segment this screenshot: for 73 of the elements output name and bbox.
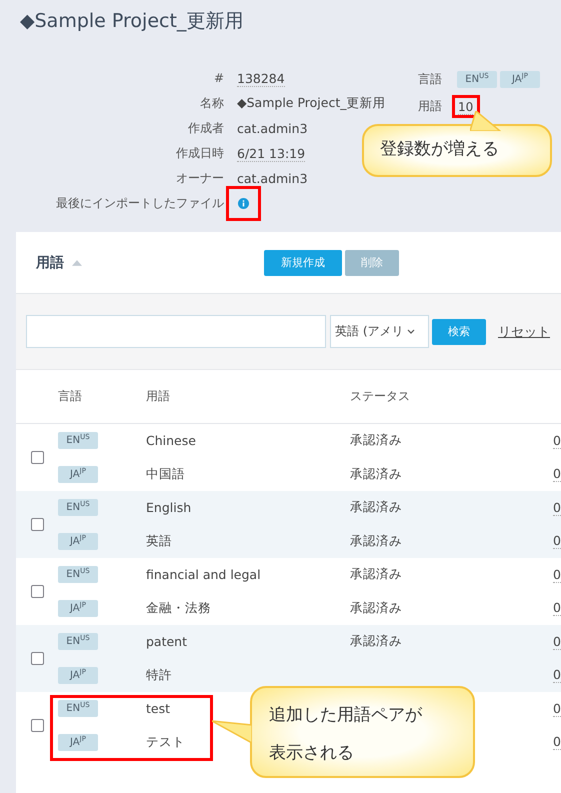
table-cell: English [146, 500, 192, 515]
field-label: 作成日時 [175, 145, 224, 162]
column-header: ステータス [350, 388, 411, 405]
chevron-down-icon[interactable] [406, 329, 414, 334]
language-badge: EN$^{US}$ [457, 71, 497, 88]
field-value: 138284 [237, 70, 285, 86]
table-cell: 0 [553, 634, 561, 650]
table-cell: 特許 [146, 666, 172, 684]
table-cell: 承認済み [350, 432, 402, 449]
field-value: cat.admin3 [237, 171, 308, 186]
language-badge: JA$^{JP}$ [58, 532, 98, 550]
table-cell: 0 [553, 500, 561, 516]
field-label: 最後にインポートしたファイル [55, 195, 224, 212]
language-badge: JA$^{JP}$ [58, 600, 98, 616]
language-badge: JA$^{JP}$ [500, 71, 540, 88]
language-badge: JA$^{JP}$ [58, 734, 98, 750]
language-badge: EN$^{US}$ [58, 700, 98, 717]
table-cell: 承認済み [350, 499, 402, 516]
table-cell: 承認済み [350, 600, 402, 616]
row-checkbox[interactable] [30, 518, 44, 531]
table-cell: 承認済み [350, 633, 402, 650]
table-cell: 0 [553, 432, 561, 448]
table-cell: 中国語 [146, 466, 185, 482]
column-header: 用語 [146, 388, 171, 405]
table-cell: 承認済み [350, 566, 402, 583]
search-field[interactable] [26, 315, 326, 348]
field-value: cat.admin3 [237, 121, 308, 136]
field-value: 6/21 13:19 [237, 146, 306, 162]
table-cell: 金融・法務 [146, 600, 211, 616]
language-badge: EN$^{US}$ [58, 432, 98, 449]
row-checkbox[interactable] [30, 451, 44, 464]
language-badge: EN$^{US}$ [58, 499, 98, 516]
info-icon[interactable] [238, 198, 249, 209]
table-cell: 0 [553, 566, 561, 582]
table-cell: 承認済み [350, 466, 402, 482]
table-cell: 0 [553, 734, 561, 750]
field-label: 言語 [418, 71, 443, 88]
field-value: ◆Sample Project_更新用 [237, 95, 386, 112]
table-cell: 英語 [146, 532, 172, 550]
row-checkbox[interactable] [30, 719, 44, 732]
highlight-frame [226, 186, 261, 221]
action-button[interactable]: 新規作成 [264, 250, 342, 276]
panel-title: 用語 [36, 254, 64, 272]
column-header: 言語 [58, 388, 83, 405]
table-cell: 0 [553, 600, 561, 616]
table-cell: test [146, 701, 170, 716]
row-checkbox[interactable] [30, 652, 44, 665]
language-badge: JA$^{JP}$ [58, 666, 98, 684]
callout: 登録数が増える [362, 124, 552, 177]
table-cell: 0 [553, 700, 561, 716]
table-cell: 0 [553, 466, 561, 482]
callout: 追加した用語ペアが 表示される [250, 686, 475, 778]
field-label: 名称 [199, 95, 224, 112]
reset-link[interactable]: リセット [498, 322, 550, 340]
language-badge: EN$^{US}$ [58, 633, 98, 650]
page-title: ◆Sample Project_更新用 [20, 9, 244, 34]
field-label: 用語 [418, 98, 443, 115]
table-cell: テスト [146, 734, 185, 750]
table-cell: patent [146, 634, 188, 649]
field-label: 作成者 [187, 120, 224, 137]
language-badge: JA$^{JP}$ [58, 466, 98, 482]
field-label: オーナー [175, 170, 224, 187]
term-count: 10 [458, 100, 474, 115]
table-cell: 0 [553, 667, 561, 683]
table-cell: 承認済み [350, 532, 402, 550]
table-cell: 0 [553, 533, 561, 549]
language-badge: EN$^{US}$ [58, 566, 98, 583]
field-label: # [212, 70, 224, 87]
search-button[interactable]: 検索 [432, 318, 486, 344]
table-cell: Chinese [146, 433, 196, 448]
language-select[interactable]: 英語 (アメリ [330, 315, 429, 348]
row-checkbox[interactable] [30, 585, 44, 598]
table-cell: financial and legal [146, 567, 261, 582]
